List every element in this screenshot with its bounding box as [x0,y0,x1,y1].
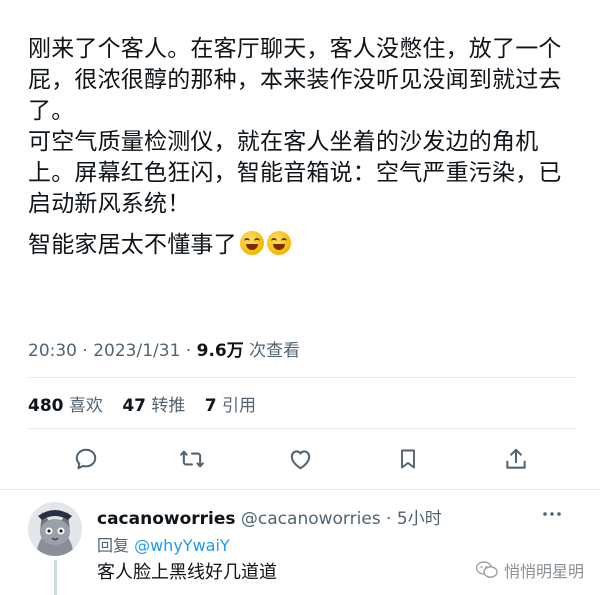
tweet-paragraph-3: 智能家居太不懂事了 [28,230,583,261]
share-icon [506,448,526,469]
tweet-paragraph-2: 可空气质量检测仪，就在客人坐着的沙发边的角机上。屏幕红色狂闪，智能音箱说：空气严… [28,129,562,217]
thread-line [54,560,57,595]
likes-label: 喜欢 [68,396,103,416]
reply-time-separator: · [380,509,397,529]
wechat-logo-icon [476,561,498,578]
retweets-stat[interactable]: 47 转推 [122,396,185,416]
retweet-icon [180,450,204,468]
reply-time[interactable]: 5小时 [397,509,442,529]
like-button[interactable] [282,441,318,477]
divider [28,428,576,429]
quotes-label: 引用 [222,396,257,416]
tweet-actions [0,441,600,481]
tweet-paragraph-1: 刚来了个客人。在客厅聊天，客人没憋住，放了一个屁，很浓很醇的那种，本来装作没听见… [28,36,562,124]
reply-button[interactable] [68,441,104,477]
replying-label: 回复 [97,536,135,555]
share-button[interactable] [498,441,534,477]
replying-to: 回复 @whyYwaiY [97,532,230,556]
cat-avatar-icon [28,502,82,556]
bookmark-button[interactable] [390,441,426,477]
divider [28,377,576,378]
grinning-squinting-face-icon [239,231,264,255]
likes-count: 480 [28,396,64,416]
tweet-time[interactable]: 20:30 [28,341,77,361]
retweets-label: 转推 [151,396,186,416]
reply-display-name[interactable]: cacanoworries [97,509,236,529]
quotes-count: 7 [204,396,217,416]
grinning-squinting-face-icon [266,231,291,255]
view-count-label: 次查看 [243,341,301,361]
watermark: 悄悄明星明 [476,558,584,582]
tweet-date[interactable]: 2023/1/31 [93,341,180,361]
reply-header: cacanoworries @cacanoworries · 5小时 [97,504,442,529]
meta-separator-2: · [180,341,197,361]
reply-text: 客人脸上黑线好几道道 [97,562,277,583]
replying-to-handle[interactable]: @whyYwaiY [134,536,230,555]
retweet-button[interactable] [174,441,210,477]
retweets-count: 47 [122,396,146,416]
watermark-text: 悄悄明星明 [504,562,585,581]
meta-separator: · [77,341,94,361]
tweet-paragraph-3-text: 智能家居太不懂事了 [28,232,237,258]
reply-handle[interactable]: @cacanoworries [241,509,381,529]
avatar[interactable] [28,502,82,556]
tweet-meta: 20:30 · 2023/1/31 · 9.6万 次查看 [28,336,300,361]
more-icon [543,512,561,516]
tweet-stats: 480 喜欢 47 转推 7 引用 [28,391,270,416]
like-icon [290,450,310,470]
reply-icon [75,448,97,470]
quotes-stat[interactable]: 7 引用 [205,396,256,416]
view-count[interactable]: 9.6万 [197,341,244,361]
likes-stat[interactable]: 480 喜欢 [28,396,103,416]
bookmark-icon [401,449,415,469]
more-options-button[interactable] [540,502,564,530]
tweet-text: 刚来了个客人。在客厅聊天，客人没憋住，放了一个屁，很浓很醇的那种，本来装作没听见… [28,34,583,261]
